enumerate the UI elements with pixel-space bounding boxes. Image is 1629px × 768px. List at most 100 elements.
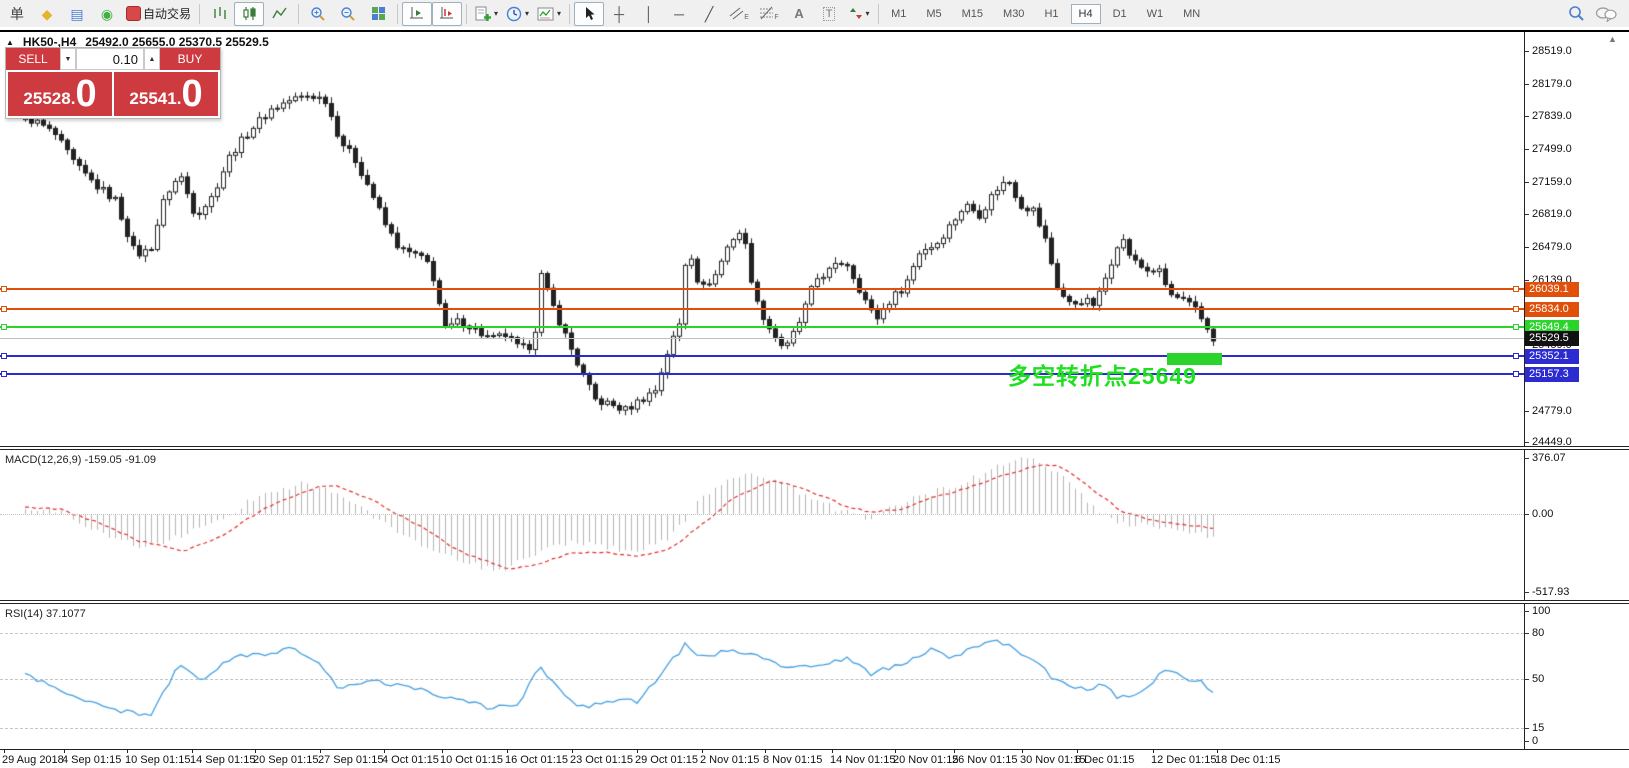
- timeframe-button-M1[interactable]: M1: [883, 4, 914, 24]
- volume-decrease-button[interactable]: ▼: [60, 48, 76, 70]
- sell-button[interactable]: SELL: [6, 48, 60, 70]
- volume-increase-button[interactable]: ▲: [144, 48, 160, 70]
- text-tool-button[interactable]: A: [784, 2, 814, 26]
- line-handle-left-26039.1[interactable]: [1, 286, 7, 292]
- time-tick-mark: [765, 749, 766, 753]
- time-tick-mark: [442, 749, 443, 753]
- buy-button[interactable]: BUY: [160, 48, 220, 70]
- line-handle-right-25834[interactable]: [1513, 306, 1519, 312]
- bar-chart-icon: [212, 6, 227, 21]
- time-tick-mark: [255, 749, 256, 753]
- collapse-triangle-icon[interactable]: ▲: [6, 38, 14, 47]
- price-tag-25352.1: 25352.1: [1525, 349, 1579, 364]
- horizontal-line-25157.3[interactable]: [0, 373, 1524, 375]
- arrows-tool-button[interactable]: ▾: [844, 2, 874, 26]
- indicator-tick-mark: [1524, 728, 1529, 729]
- candles-canvas[interactable]: [0, 32, 1524, 446]
- timeframe-button-H1[interactable]: H1: [1036, 4, 1066, 24]
- channel-tool-button[interactable]: E: [724, 2, 754, 26]
- timeframe-button-M5[interactable]: M5: [918, 4, 949, 24]
- trendline-icon: ╱: [705, 7, 713, 21]
- time-axis-label: 26 Nov 01:15: [952, 754, 1017, 766]
- chart-shift-button[interactable]: [432, 2, 462, 26]
- crosshair-tool-button[interactable]: ┼: [604, 2, 634, 26]
- trade-top-row: SELL ▼ ▲ BUY: [6, 48, 220, 70]
- fibonacci-tool-button[interactable]: F: [754, 2, 784, 26]
- crosshair-icon: ┼: [614, 7, 624, 21]
- timeframe-button-M30[interactable]: M30: [995, 4, 1032, 24]
- auto-scroll-button[interactable]: [402, 2, 432, 26]
- trendline-tool-button[interactable]: ╱: [694, 2, 724, 26]
- templates-button[interactable]: ▾: [533, 2, 565, 26]
- new-order-button[interactable]: ◆: [32, 2, 62, 26]
- bar-chart-mode-button[interactable]: [204, 2, 234, 26]
- timeframe-button-MN[interactable]: MN: [1175, 4, 1208, 24]
- line-handle-right-25352.1[interactable]: [1513, 353, 1519, 359]
- line-chart-mode-button[interactable]: [264, 2, 294, 26]
- tile-windows-button[interactable]: [363, 2, 393, 26]
- rsi-label: RSI(14) 37.1077: [5, 608, 86, 620]
- candle-chart-mode-button[interactable]: [234, 2, 264, 26]
- time-axis-label: 14 Sep 01:15: [190, 754, 255, 766]
- autotrading-label: 自动交易: [143, 5, 191, 22]
- horizontal-line-25352.1[interactable]: [0, 355, 1524, 357]
- horizontal-line-25649.4[interactable]: [0, 326, 1524, 328]
- line-handle-left-25157.3[interactable]: [1, 371, 7, 377]
- sell-price-box[interactable]: 25528 . 0: [8, 72, 112, 116]
- line-handle-right-26039.1[interactable]: [1513, 286, 1519, 292]
- scroll-marker-icon[interactable]: ▲: [1608, 34, 1617, 44]
- time-axis-label: 18 Dec 01:15: [1215, 754, 1280, 766]
- chat-icon[interactable]: [1595, 6, 1617, 22]
- search-icon[interactable]: [1568, 5, 1585, 22]
- time-axis-label: 10 Sep 01:15: [125, 754, 190, 766]
- zoom-in-button[interactable]: [303, 2, 333, 26]
- timeframe-button-M15[interactable]: M15: [954, 4, 991, 24]
- rsi-canvas[interactable]: [0, 604, 1524, 749]
- line-handle-left-25352.1[interactable]: [1, 353, 7, 359]
- volume-input[interactable]: [76, 48, 144, 70]
- periods-button[interactable]: ▾: [502, 2, 533, 26]
- cursor-tool-button[interactable]: [574, 2, 604, 26]
- sound-alert-button[interactable]: ◉: [92, 2, 122, 26]
- macd-zero-line: [0, 514, 1524, 515]
- candlestick-icon: [242, 6, 257, 21]
- macd-pane[interactable]: MACD(12,26,9) -159.05 -91.09: [0, 450, 1524, 600]
- indicator-tick-mark: [1524, 741, 1529, 742]
- horizontal-line-25834[interactable]: [0, 308, 1524, 310]
- horizontal-line-26039.1[interactable]: [0, 288, 1524, 290]
- turning-point-annotation: 多空转折点25649: [1008, 357, 1197, 391]
- buy-price-box[interactable]: 25541 . 0: [114, 72, 218, 116]
- line-handle-left-25834[interactable]: [1, 306, 7, 312]
- market-watch-button[interactable]: ▤: [62, 2, 92, 26]
- fibo-letter: F: [774, 14, 778, 21]
- rsi-pane[interactable]: RSI(14) 37.1077: [0, 604, 1524, 749]
- indicator-axis-label: 100: [1532, 605, 1550, 617]
- channel-letter: E: [744, 14, 749, 21]
- macd-canvas[interactable]: [0, 450, 1524, 600]
- time-tick-mark: [64, 749, 65, 753]
- chevron-down-icon: ▾: [866, 9, 870, 18]
- autotrading-button[interactable]: 自动交易: [122, 2, 195, 26]
- line-handle-right-25157.3[interactable]: [1513, 371, 1519, 377]
- label-tool-button[interactable]: T: [814, 2, 844, 26]
- main-chart-pane[interactable]: 多空转折点25649 ▲ HK50-,H4 25492.0 25655.0 25…: [0, 32, 1524, 446]
- line-handle-left-25649.4[interactable]: [1, 324, 7, 330]
- time-axis-label: 4 Oct 01:15: [382, 754, 439, 766]
- time-tick-mark: [954, 749, 955, 753]
- order-button[interactable]: 单: [2, 2, 32, 26]
- indicators-button[interactable]: ▾: [471, 2, 502, 26]
- time-axis-label: 16 Oct 01:15: [505, 754, 568, 766]
- timeframe-button-W1[interactable]: W1: [1139, 4, 1172, 24]
- time-tick-mark: [1022, 749, 1023, 753]
- timeframe-button-D1[interactable]: D1: [1105, 4, 1135, 24]
- time-axis-label: 29 Aug 2018: [2, 754, 64, 766]
- timeframe-button-H4[interactable]: H4: [1071, 4, 1101, 24]
- horizontal-line-25529.5[interactable]: [0, 338, 1524, 339]
- horizontal-line-tool-button[interactable]: ─: [664, 2, 694, 26]
- zoom-out-button[interactable]: [333, 2, 363, 26]
- line-handle-right-25649.4[interactable]: [1513, 324, 1519, 330]
- price-tick-label: 26819.0: [1532, 208, 1572, 220]
- time-axis[interactable]: 29 Aug 20184 Sep 01:1510 Sep 01:1514 Sep…: [0, 750, 1629, 768]
- fibonacci-icon: [759, 6, 775, 21]
- vertical-line-tool-button[interactable]: │: [634, 2, 664, 26]
